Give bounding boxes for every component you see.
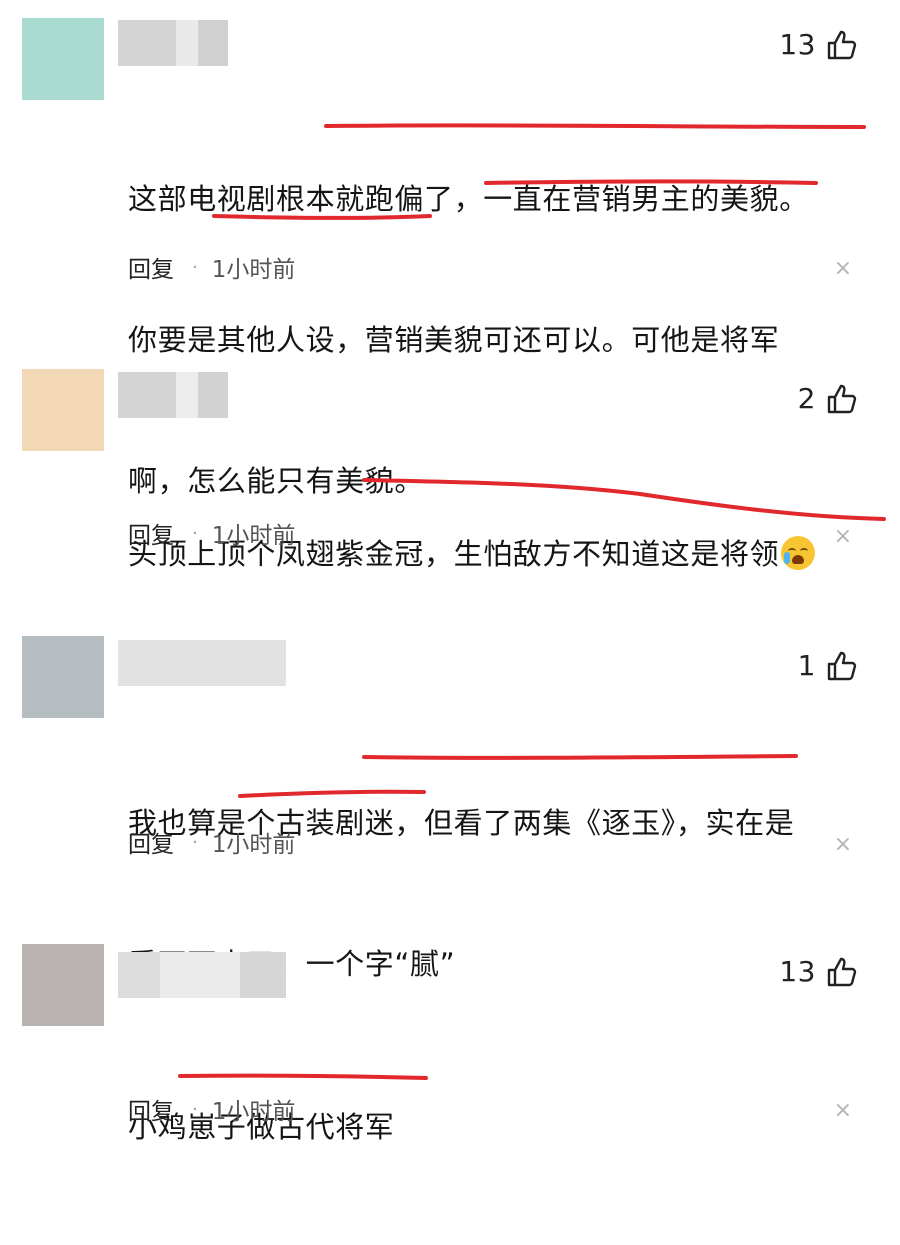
- username-blurred[interactable]: [118, 20, 228, 66]
- timestamp: 1小时前: [211, 523, 296, 549]
- avatar[interactable]: [22, 18, 104, 100]
- thumbs-up-icon[interactable]: [826, 650, 858, 682]
- comment-meta: 回复 · 1小时前: [128, 516, 295, 550]
- like-count-value: 13: [779, 955, 816, 988]
- username-blurred[interactable]: [118, 952, 286, 998]
- separator-dot: ·: [192, 522, 198, 544]
- like-count-value: 2: [797, 382, 816, 415]
- comment-line: 这部电视剧根本就跑偏了，一直在营销男主的美貌。: [128, 182, 809, 216]
- close-icon[interactable]: ×: [834, 1100, 852, 1122]
- like-count[interactable]: 1: [798, 649, 858, 682]
- separator-dot: ·: [192, 256, 198, 278]
- crying-face-icon: [781, 536, 816, 570]
- timestamp: 1小时前: [211, 257, 296, 283]
- separator-dot: ·: [192, 831, 198, 853]
- close-icon[interactable]: ×: [834, 526, 852, 548]
- thumbs-up-icon[interactable]: [826, 383, 858, 415]
- timestamp: 1小时前: [211, 832, 296, 858]
- separator-dot: ·: [192, 1098, 198, 1120]
- comment-meta: 回复 · 1小时前: [128, 250, 295, 284]
- close-icon[interactable]: ×: [834, 834, 852, 856]
- thumbs-up-icon[interactable]: [826, 29, 858, 61]
- like-count[interactable]: 13: [779, 955, 858, 988]
- comment-meta: 回复 · 1小时前: [128, 825, 295, 859]
- timestamp: 1小时前: [211, 1099, 296, 1125]
- reply-button[interactable]: 回复: [128, 1092, 174, 1126]
- thumbs-up-icon[interactable]: [826, 956, 858, 988]
- comment-meta: 回复 · 1小时前: [128, 1092, 295, 1126]
- username-blurred[interactable]: [118, 640, 286, 686]
- username-blurred[interactable]: [118, 372, 228, 418]
- avatar[interactable]: [22, 636, 104, 718]
- reply-button[interactable]: 回复: [128, 250, 174, 284]
- avatar[interactable]: [22, 369, 104, 451]
- reply-button[interactable]: 回复: [128, 516, 174, 550]
- like-count-value: 1: [797, 649, 816, 682]
- comment-line: 你要是其他人设，营销美貌可还可以。可他是将军: [128, 323, 780, 357]
- comment-text: 小鸡崽子做古代将军: [128, 1010, 394, 1245]
- comment-text: 头顶上顶个凤翅紫金冠，生怕敌方不知道这是将领: [128, 437, 816, 672]
- avatar[interactable]: [22, 944, 104, 1026]
- close-icon[interactable]: ×: [834, 258, 852, 280]
- like-count[interactable]: 13: [779, 28, 858, 61]
- like-count-value: 13: [779, 28, 816, 61]
- reply-button[interactable]: 回复: [128, 825, 174, 859]
- like-count[interactable]: 2: [798, 382, 858, 415]
